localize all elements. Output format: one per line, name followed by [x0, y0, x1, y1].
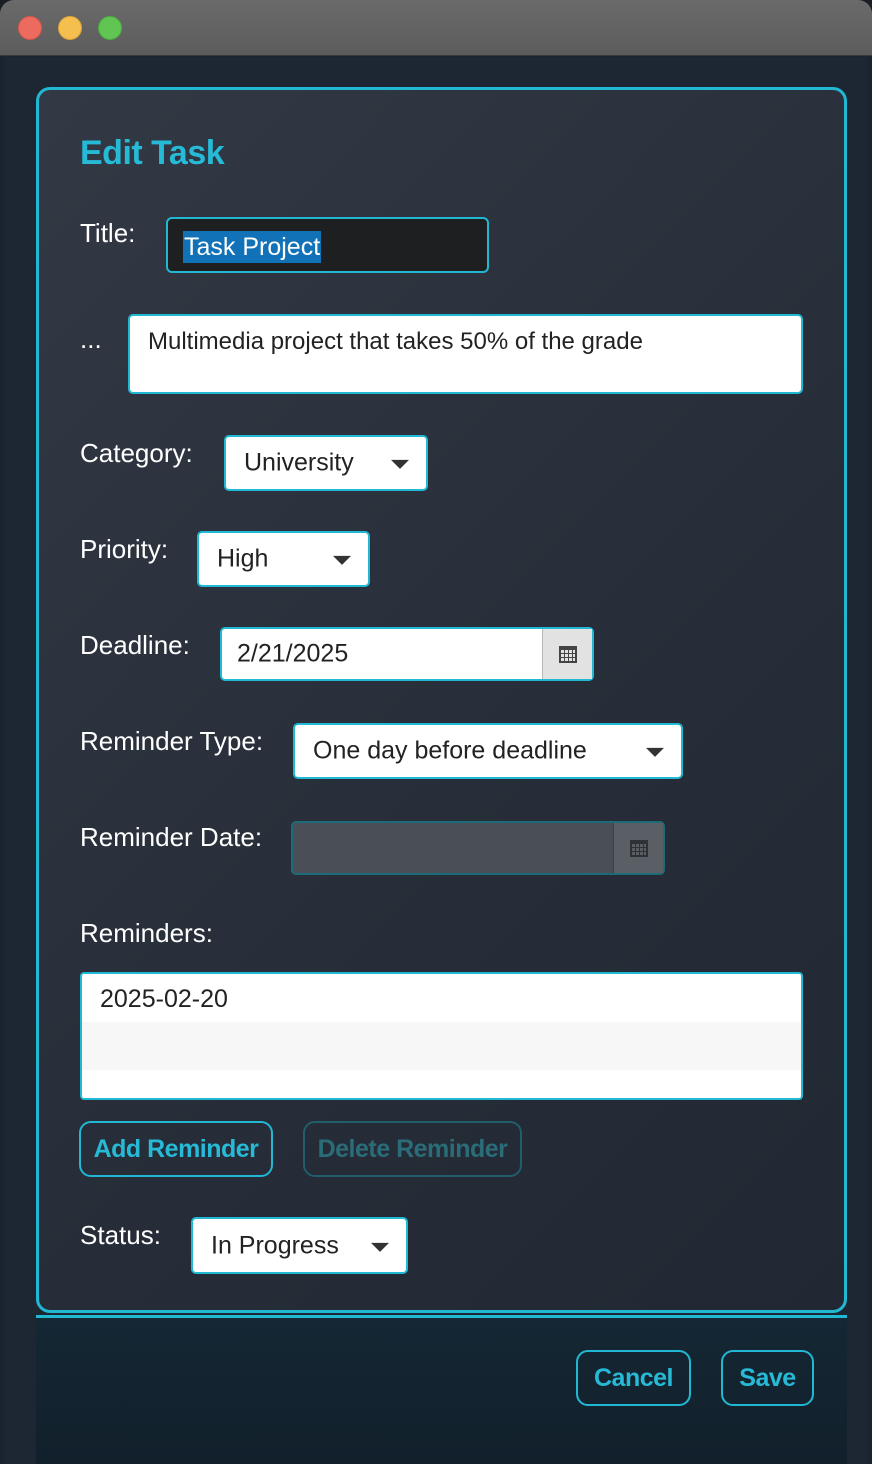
deadline-value: 2/21/2025 — [237, 639, 349, 668]
dialog-content: Edit Task Title: Task Project ... Multim… — [4, 57, 868, 1464]
calendar-icon — [558, 645, 577, 663]
deadline-calendar-button[interactable] — [542, 629, 592, 679]
reminder-type-value: One day before deadline — [313, 736, 587, 765]
dialog-heading: Edit Task — [80, 134, 225, 172]
window-titlebar — [0, 0, 872, 56]
priority-value: High — [217, 544, 269, 573]
title-input[interactable]: Task Project — [166, 217, 489, 273]
category-label: Category: — [80, 438, 193, 468]
list-item[interactable]: 2025-02-20 — [82, 974, 801, 1022]
deadline-datepicker[interactable]: 2/21/2025 — [220, 627, 594, 681]
description-textarea[interactable]: Multimedia project that takes 50% of the… — [128, 314, 803, 394]
reminder-type-select[interactable]: One day before deadline — [293, 723, 683, 779]
priority-select[interactable]: High — [197, 531, 370, 587]
maximize-window-button[interactable] — [98, 16, 122, 40]
reminder-type-label: Reminder Type: — [80, 726, 264, 756]
chevron-down-icon — [391, 459, 409, 469]
category-value: University — [244, 448, 354, 477]
list-item-empty — [82, 1022, 801, 1070]
reminders-list[interactable]: 2025-02-20 — [80, 972, 803, 1100]
close-window-button[interactable] — [18, 16, 42, 40]
priority-label: Priority: — [80, 534, 169, 564]
minimize-window-button[interactable] — [58, 16, 82, 40]
description-value: Multimedia project that takes 50% of the… — [148, 328, 643, 355]
reminder-date-label: Reminder Date: — [80, 822, 263, 852]
status-select[interactable]: In Progress — [191, 1217, 408, 1274]
status-value: In Progress — [211, 1231, 339, 1259]
title-input-value: Task Project — [183, 231, 322, 263]
status-label: Status: — [80, 1220, 161, 1250]
calendar-icon — [629, 839, 648, 857]
deadline-label: Deadline: — [80, 630, 190, 660]
chevron-down-icon — [646, 747, 664, 757]
description-label: ... — [80, 324, 102, 354]
delete-reminder-button: Delete Reminder — [303, 1121, 522, 1177]
title-label: Title: — [80, 218, 136, 248]
edit-task-panel: Edit Task Title: Task Project ... Multim… — [36, 87, 847, 1313]
reminder-date-calendar-button — [613, 823, 663, 873]
category-select[interactable]: University — [224, 435, 428, 491]
dialog-footer: Cancel Save — [36, 1315, 847, 1464]
reminder-date-picker — [291, 821, 665, 875]
app-window: Edit Task Title: Task Project ... Multim… — [0, 0, 872, 1464]
chevron-down-icon — [371, 1242, 389, 1252]
save-button[interactable]: Save — [721, 1350, 814, 1406]
chevron-down-icon — [333, 555, 351, 565]
reminders-label: Reminders: — [80, 918, 213, 948]
cancel-button[interactable]: Cancel — [576, 1350, 691, 1406]
add-reminder-button[interactable]: Add Reminder — [79, 1121, 273, 1177]
